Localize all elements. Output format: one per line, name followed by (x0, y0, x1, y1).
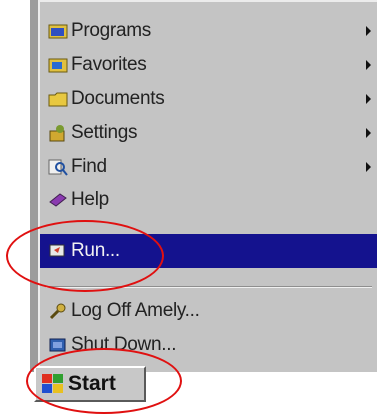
submenu-arrow-icon (366, 94, 371, 104)
menu-item-label: Programs (71, 20, 151, 41)
menu-item-label: Log Off Amely... (71, 300, 200, 321)
documents-folder-icon (48, 89, 68, 109)
submenu-arrow-icon (366, 60, 371, 70)
menu-separator (46, 286, 372, 288)
menu-item-shut-down[interactable]: Shut Down... (40, 328, 377, 362)
favorites-folder-icon (48, 55, 68, 75)
start-button[interactable]: Start (34, 366, 146, 402)
settings-icon (48, 123, 68, 143)
menu-item-documents[interactable]: Documents (40, 82, 377, 116)
menu-item-label: Help (71, 189, 109, 210)
start-button-label: Start (68, 372, 116, 395)
programs-folder-icon (48, 21, 68, 41)
menu-item-label: Shut Down... (71, 334, 177, 355)
menu-item-programs[interactable]: Programs (40, 14, 377, 48)
find-magnifier-icon (48, 157, 68, 177)
menu-item-log-off[interactable]: Log Off Amely... (40, 294, 377, 328)
menu-item-label: Settings (71, 122, 138, 143)
menu-item-help[interactable]: Help (40, 183, 377, 217)
log-off-key-icon (48, 301, 68, 321)
menu-item-label: Find (71, 156, 107, 177)
menu-item-favorites[interactable]: Favorites (40, 48, 377, 82)
submenu-arrow-icon (366, 26, 371, 36)
menu-item-label: Run... (71, 240, 120, 261)
start-menu: Programs Favorites Documents Settings Fi… (38, 0, 377, 372)
menu-item-label: Favorites (71, 54, 147, 75)
submenu-arrow-icon (366, 162, 371, 172)
menu-item-find[interactable]: Find (40, 150, 377, 184)
submenu-arrow-icon (366, 128, 371, 138)
help-book-icon (48, 190, 68, 210)
run-icon (48, 241, 68, 261)
menu-side-strip (30, 0, 38, 372)
windows-logo-icon (42, 374, 64, 394)
menu-item-label: Documents (71, 88, 165, 109)
menu-item-settings[interactable]: Settings (40, 116, 377, 150)
shut-down-icon (48, 335, 68, 355)
menu-item-run[interactable]: Run... (40, 234, 377, 268)
